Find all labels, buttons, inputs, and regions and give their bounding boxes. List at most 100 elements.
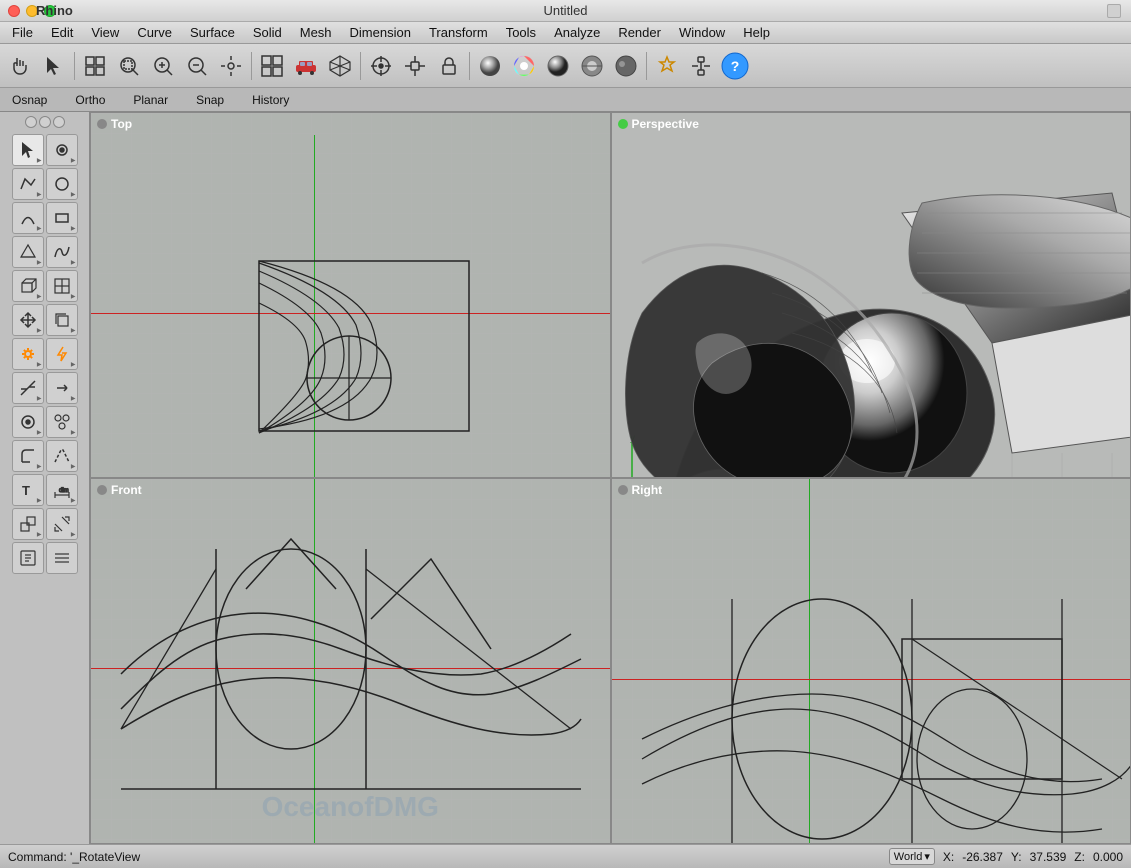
render-mesh-btn[interactable] (324, 50, 356, 82)
x-value: -26.387 (962, 850, 1003, 864)
mesh-tools-btn[interactable]: ▶ (46, 270, 78, 302)
arc-tool-btn[interactable]: ▶ (12, 202, 44, 234)
perspective-label: Perspective (618, 117, 699, 131)
solid-box-btn[interactable]: ▶ (12, 270, 44, 302)
options-btn[interactable] (685, 50, 717, 82)
front-dot (97, 485, 107, 495)
sidebar-close[interactable] (25, 116, 37, 128)
display-mode2-btn[interactable] (610, 50, 642, 82)
render-settings-btn[interactable] (651, 50, 683, 82)
pan-btn[interactable] (215, 50, 247, 82)
surface-from-corner-btn[interactable]: ▶ (12, 236, 44, 268)
hand-tool-btn[interactable] (4, 50, 36, 82)
viewport-perspective[interactable]: x y z (611, 112, 1131, 478)
gumball-btn[interactable] (399, 50, 431, 82)
top-dot (97, 119, 107, 129)
block-btn[interactable]: ▶ (12, 508, 44, 540)
resize-button[interactable] (1107, 4, 1121, 18)
viewport-right[interactable]: y Right (611, 478, 1131, 844)
zoom-out-btn[interactable] (181, 50, 213, 82)
viewport-front[interactable]: Front OceanofDMG (90, 478, 611, 844)
svg-text:T: T (22, 483, 30, 498)
viewports-container: Top (90, 112, 1131, 844)
sidebar-max[interactable] (53, 116, 65, 128)
point-tool-btn[interactable]: ▶ (46, 134, 78, 166)
zoom-in-btn[interactable] (147, 50, 179, 82)
right-drawing: y (612, 479, 1131, 843)
menu-window[interactable]: Window (671, 23, 733, 42)
tool-row-10: ▶ ▶ (12, 440, 78, 472)
viewport-layout-btn[interactable] (256, 50, 288, 82)
trim-btn[interactable]: ▶ (12, 372, 44, 404)
menu-render[interactable]: Render (610, 23, 669, 42)
planar-toggle[interactable]: Planar (129, 92, 172, 108)
front-drawing (91, 479, 610, 843)
snapbar: Osnap Ortho Planar Snap History (0, 88, 1131, 112)
group-btn[interactable]: ▶ (46, 406, 78, 438)
freeform-surface-btn[interactable]: ▶ (46, 236, 78, 268)
array-btn[interactable]: ▶ (46, 508, 78, 540)
osnap-btn[interactable]: ▶ (12, 406, 44, 438)
snap-toggle[interactable]: Snap (192, 92, 228, 108)
help-btn[interactable]: ? (719, 50, 751, 82)
move-btn[interactable]: ▶ (12, 304, 44, 336)
extend-btn[interactable]: ▶ (46, 372, 78, 404)
menu-transform[interactable]: Transform (421, 23, 496, 42)
menu-mesh[interactable]: Mesh (292, 23, 340, 42)
chamfer-btn[interactable]: ▶ (46, 440, 78, 472)
circle-tool-btn[interactable]: ▶ (46, 168, 78, 200)
dimension-btn[interactable]: dim ▶ (46, 474, 78, 506)
world-selector[interactable]: World ▾ (889, 848, 935, 865)
display-mode-btn[interactable] (576, 50, 608, 82)
history-toggle[interactable]: History (248, 92, 293, 108)
close-button[interactable] (8, 5, 20, 17)
material-btn[interactable] (474, 50, 506, 82)
right-dot (618, 485, 628, 495)
menu-file[interactable]: File (4, 23, 41, 42)
sep3 (360, 52, 361, 80)
select-tool-btn[interactable] (38, 50, 70, 82)
z-value: 0.000 (1093, 850, 1123, 864)
menubar: File Edit View Curve Surface Solid Mesh … (0, 22, 1131, 44)
copy-btn[interactable]: ▶ (46, 304, 78, 336)
color-wheel-btn[interactable] (508, 50, 540, 82)
top-drawing (91, 113, 610, 477)
layers-btn[interactable] (46, 542, 78, 574)
cursor-snap-btn[interactable] (365, 50, 397, 82)
text-btn[interactable]: T ▶ (12, 474, 44, 506)
properties-panel-btn[interactable] (12, 542, 44, 574)
tool-row-8: ▶ ▶ (12, 372, 78, 404)
top-label: Top (97, 117, 132, 131)
zoom-window-btn[interactable] (113, 50, 145, 82)
zoom-extents-btn[interactable] (79, 50, 111, 82)
car-btn[interactable] (290, 50, 322, 82)
menu-help[interactable]: Help (735, 23, 778, 42)
gear-tool-btn[interactable]: ▶ (12, 338, 44, 370)
lightning-btn[interactable]: ▶ (46, 338, 78, 370)
menu-curve[interactable]: Curve (129, 23, 180, 42)
sep4 (469, 52, 470, 80)
tool-row-11: T ▶ dim ▶ (12, 474, 78, 506)
menu-tools[interactable]: Tools (498, 23, 544, 42)
select-tool-btn[interactable]: ▶ (12, 134, 44, 166)
sidebar-min[interactable] (39, 116, 51, 128)
command-line: Command: '_RotateView (8, 850, 881, 864)
lock-btn[interactable] (433, 50, 465, 82)
menu-surface[interactable]: Surface (182, 23, 243, 42)
fillet-btn[interactable]: ▶ (12, 440, 44, 472)
ortho-toggle[interactable]: Ortho (71, 92, 109, 108)
app-name: Rhino (36, 3, 73, 18)
sidebar-controls (25, 116, 65, 128)
rect-tool-btn[interactable]: ▶ (46, 202, 78, 234)
line-tool-btn[interactable]: ▶ (12, 168, 44, 200)
menu-analyze[interactable]: Analyze (546, 23, 608, 42)
viewport-top[interactable]: Top (90, 112, 611, 478)
menu-view[interactable]: View (83, 23, 127, 42)
coord-area: World ▾ X: -26.387 Y: 37.539 Z: 0.000 (889, 848, 1123, 865)
menu-dimension[interactable]: Dimension (342, 23, 419, 42)
osnap-toggle[interactable]: Osnap (8, 92, 51, 108)
menu-edit[interactable]: Edit (43, 23, 81, 42)
menu-solid[interactable]: Solid (245, 23, 290, 42)
z-label: Z: (1074, 850, 1085, 864)
render-preview-btn[interactable] (542, 50, 574, 82)
